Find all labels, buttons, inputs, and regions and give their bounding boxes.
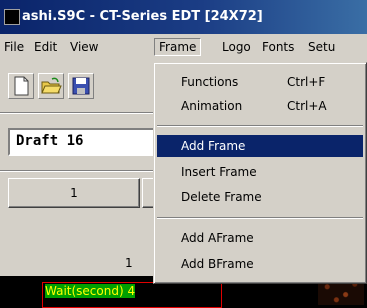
menu-item-add-bframe[interactable]: Add BFrame [157,253,363,275]
draft-field[interactable]: Draft 16 [8,128,168,156]
row-number: 1 [125,256,133,270]
menu-item-animation[interactable]: Animation Ctrl+A [157,95,363,117]
menu-item-label: Add AFrame [181,231,254,245]
menu-item-insert-frame[interactable]: Insert Frame [157,161,363,183]
wait-text: Wait(second) 4 [45,284,136,298]
menu-frame[interactable]: Frame [154,38,202,56]
menu-item-shortcut: Ctrl+A [287,99,327,113]
menu-item-functions[interactable]: Functions Ctrl+F [157,71,363,93]
menu-item-label: Functions [181,75,239,89]
menu-view[interactable]: View [70,40,98,54]
open-folder-button[interactable] [38,73,64,99]
menu-item-add-frame[interactable]: Add Frame [157,135,363,157]
title-bar: ashi.S9C - CT-Series EDT [24X72] [0,0,367,34]
menu-fonts[interactable]: Fonts [262,40,294,54]
menu-item-label: Add BFrame [181,257,254,271]
menu-item-shortcut: Ctrl+F [287,75,326,89]
open-folder-icon [41,77,62,94]
menu-setup[interactable]: Setu [308,40,335,54]
app-icon[interactable] [4,9,20,25]
menu-separator [157,217,363,219]
wait-field[interactable]: Wait(second) 4 [42,282,222,308]
menu-bar: File Edit View Frame Logo Fonts Setu [0,34,367,62]
save-icon [72,77,90,95]
menu-item-label: Insert Frame [181,165,257,179]
window-title: ashi.S9C - CT-Series EDT [24X72] [22,9,263,24]
menu-item-label: Animation [181,99,243,113]
menu-separator [157,125,363,127]
menu-edit[interactable]: Edit [34,40,57,54]
menu-item-delete-frame[interactable]: Delete Frame [157,186,363,208]
menu-item-label: Delete Frame [181,190,262,204]
menu-file[interactable]: File [4,40,24,54]
save-button[interactable] [68,73,94,99]
menu-logo[interactable]: Logo [222,40,251,54]
menu-item-label: Add Frame [181,139,246,153]
frame-1-button[interactable]: 1 [8,178,140,208]
frame-menu: Functions Ctrl+F Animation Ctrl+A Add Fr… [153,62,367,284]
new-file-icon [14,76,29,96]
menu-item-add-aframe[interactable]: Add AFrame [157,227,363,249]
new-file-button[interactable] [8,73,34,99]
